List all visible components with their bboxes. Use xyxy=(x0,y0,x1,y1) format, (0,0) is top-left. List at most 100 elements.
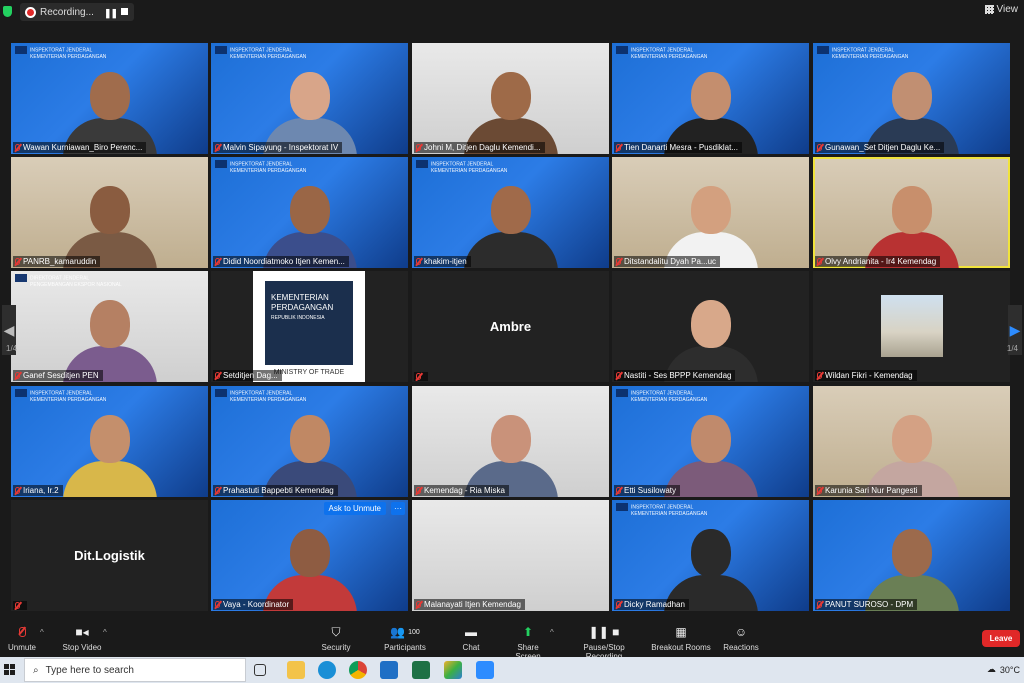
app-stack-icon[interactable] xyxy=(444,661,462,679)
ministry-logo-icon xyxy=(15,46,27,54)
breakout-rooms-button[interactable]: ▦ Breakout Rooms xyxy=(650,624,712,652)
chat-button[interactable]: ▬ Chat xyxy=(458,624,484,652)
participants-icon: 👥 100 xyxy=(390,625,420,639)
participant-tile[interactable]: Nastiti - Ses BPPP Kemendag xyxy=(612,271,809,382)
banner-line-1: INSPEKTORAT JENDERAL xyxy=(30,390,93,397)
participant-name-tag: khakim-itjen xyxy=(414,256,471,267)
more-options-icon[interactable]: ··· xyxy=(391,502,405,515)
muted-mic-icon xyxy=(817,372,822,379)
participant-video xyxy=(656,290,766,382)
participant-tile[interactable]: Dit.Logistik xyxy=(11,500,208,611)
participants-count: 100 xyxy=(408,628,420,636)
participant-name-tag: Wildan Fikri - Kemendag xyxy=(815,370,917,381)
participant-tile[interactable]: Ask to Unmute ··· Vaya - Koordinator xyxy=(211,500,408,611)
muted-mic-icon xyxy=(15,144,20,151)
muted-mic-icon xyxy=(616,601,621,608)
magnifier-icon: ⌕ xyxy=(33,664,39,676)
share-options-caret-icon[interactable]: ^ xyxy=(550,628,554,637)
participant-tile[interactable]: Karunia Sari Nur Pangesti xyxy=(813,386,1010,497)
kemendag-logo-line3: REPUBLIK INDONESIA xyxy=(271,315,325,321)
virtual-background-banner: INSPEKTORAT JENDERAL KEMENTERIAN PERDAGAN… xyxy=(616,503,707,517)
participant-video xyxy=(255,62,365,154)
security-shield-icon[interactable] xyxy=(3,6,12,17)
excel-icon[interactable] xyxy=(412,661,430,679)
participant-tile[interactable]: Ditstandalitu Dyah Pa...uc xyxy=(612,157,809,268)
participant-tile[interactable]: INSPEKTORAT JENDERAL KEMENTERIAN PERDAGAN… xyxy=(412,157,609,268)
zoom-app-icon[interactable] xyxy=(476,661,494,679)
participant-video xyxy=(456,405,566,497)
participant-name: Olvy Andrianita - Ir4 Kemendag xyxy=(825,257,937,266)
pause-recording-icon[interactable]: ❚❚ xyxy=(104,8,118,19)
edge-browser-icon[interactable] xyxy=(318,661,336,679)
participant-video xyxy=(456,176,566,268)
participants-label: Participants xyxy=(384,643,426,652)
mail-icon[interactable] xyxy=(380,661,398,679)
participant-tile[interactable]: INSPEKTORAT JENDERAL KEMENTERIAN PERDAGAN… xyxy=(11,43,208,154)
video-camera-icon: ■◂ xyxy=(75,625,89,639)
ministry-logo-icon xyxy=(616,503,628,511)
leave-button[interactable]: Leave xyxy=(982,630,1020,647)
banner-line-1: INSPEKTORAT JENDERAL xyxy=(431,161,494,168)
participant-tile[interactable]: INSPEKTORAT JENDERAL KEMENTERIAN PERDAGAN… xyxy=(612,386,809,497)
muted-mic-icon xyxy=(416,373,421,380)
participant-tile[interactable]: INSPEKTORAT JENDERAL KEMENTERIAN PERDAGAN… xyxy=(612,500,809,611)
participant-video xyxy=(857,176,967,268)
muted-mic-icon xyxy=(817,144,822,151)
participant-name-tag: Ditstandalitu Dyah Pa...uc xyxy=(614,256,721,267)
participant-tile[interactable]: INSPEKTORAT JENDERAL KEMENTERIAN PERDAGAN… xyxy=(612,43,809,154)
stop-video-button[interactable]: ■◂ Stop Video xyxy=(58,624,106,652)
share-screen-button[interactable]: ⬆ Share Screen xyxy=(504,624,552,661)
participant-name-tag: Johni M, Ditjen Daglu Kemendi... xyxy=(414,142,545,153)
participant-tile[interactable]: KEMENTERIAN PERDAGANGAN REPUBLIK INDONESIA… xyxy=(211,271,408,382)
participant-tile[interactable]: Malanayati Itjen Kemendag xyxy=(412,500,609,611)
pause-stop-recording-button[interactable]: ❚❚ ■ Pause/Stop Recording xyxy=(564,624,644,661)
view-button[interactable]: View xyxy=(984,4,1018,15)
unmute-button[interactable]: Unmute xyxy=(6,624,38,652)
participant-name-tag: PANRB_kamaruddin xyxy=(13,256,101,267)
participant-tile[interactable]: INSPEKTORAT JENDERAL KEMENTERIAN PERDAGAN… xyxy=(813,43,1010,154)
windows-start-icon[interactable] xyxy=(4,664,15,675)
file-explorer-icon[interactable] xyxy=(287,661,305,679)
banner-line-2: KEMENTERIAN PERDAGANGAN xyxy=(230,168,307,174)
audio-options-caret-icon[interactable]: ^ xyxy=(40,628,44,637)
participant-tile[interactable]: Ambre xyxy=(412,271,609,382)
chrome-browser-icon[interactable] xyxy=(349,661,367,679)
muted-mic-icon xyxy=(416,258,421,265)
participant-tile[interactable]: INSPEKTORAT JENDERAL KEMENTERIAN PERDAGAN… xyxy=(11,386,208,497)
participant-name-tag xyxy=(414,372,428,381)
ask-to-unmute-button[interactable]: Ask to Unmute xyxy=(323,502,386,515)
participant-tile[interactable]: INSPEKTORAT JENDERAL KEMENTERIAN PERDAGAN… xyxy=(211,386,408,497)
security-button[interactable]: ⛉ Security xyxy=(318,624,354,653)
participant-tile[interactable]: Olvy Andrianita - Ir4 Kemendag xyxy=(813,157,1010,268)
stop-recording-icon[interactable] xyxy=(121,8,128,15)
participant-video xyxy=(456,62,566,154)
participant-video xyxy=(656,519,766,611)
participant-tile[interactable]: Wildan Fikri - Kemendag xyxy=(813,271,1010,382)
participant-name: Iriana, Ir.2 xyxy=(23,486,59,495)
page-counter-right: 1/4 xyxy=(1006,344,1018,353)
participant-name-tag: Tien Danarti Mesra - Pusdiklat... xyxy=(614,142,742,153)
participant-tile[interactable]: PANRB_kamaruddin xyxy=(11,157,208,268)
participant-display-name: Ambre xyxy=(489,319,532,334)
virtual-background-banner: INSPEKTORAT JENDERAL KEMENTERIAN PERDAGAN… xyxy=(817,46,908,60)
participant-name: Kemendag - Ria Miska xyxy=(424,486,505,495)
participant-tile[interactable]: DIREKTORAT JENDERAL PENGEMBANGAN EKSPOR N… xyxy=(11,271,208,382)
participant-name: khakim-itjen xyxy=(424,257,467,266)
taskbar-search-input[interactable]: ⌕ Type here to search xyxy=(24,658,246,682)
muted-mic-icon xyxy=(15,258,20,265)
participants-button[interactable]: 👥 100 Participants xyxy=(380,624,430,652)
participant-tile[interactable]: INSPEKTORAT JENDERAL KEMENTERIAN PERDAGAN… xyxy=(211,157,408,268)
participant-tile[interactable]: Kemendag - Ria Miska xyxy=(412,386,609,497)
pause-stop-icon: ❚❚ ■ xyxy=(588,625,620,639)
participant-tile[interactable]: INSPEKTORAT JENDERAL KEMENTERIAN PERDAGAN… xyxy=(211,43,408,154)
video-options-caret-icon[interactable]: ^ xyxy=(103,628,107,637)
virtual-background-banner: DIREKTORAT JENDERAL PENGEMBANGAN EKSPOR N… xyxy=(15,274,122,288)
meeting-toolbar: Unmute ^ ■◂ Stop Video ^ ⛉ Security 👥 100… xyxy=(0,620,1024,661)
security-label: Security xyxy=(321,643,351,652)
participant-tile[interactable]: Johni M, Ditjen Daglu Kemendi... xyxy=(412,43,609,154)
participant-name: Didid Noordiatmoko Itjen Kemen... xyxy=(223,257,345,266)
participant-tile[interactable]: PANUT SUROSO - DPM xyxy=(813,500,1010,611)
task-view-icon[interactable] xyxy=(254,664,266,676)
reactions-button[interactable]: ☺ Reactions xyxy=(722,624,760,652)
banner-line-1: INSPEKTORAT JENDERAL xyxy=(230,390,293,397)
